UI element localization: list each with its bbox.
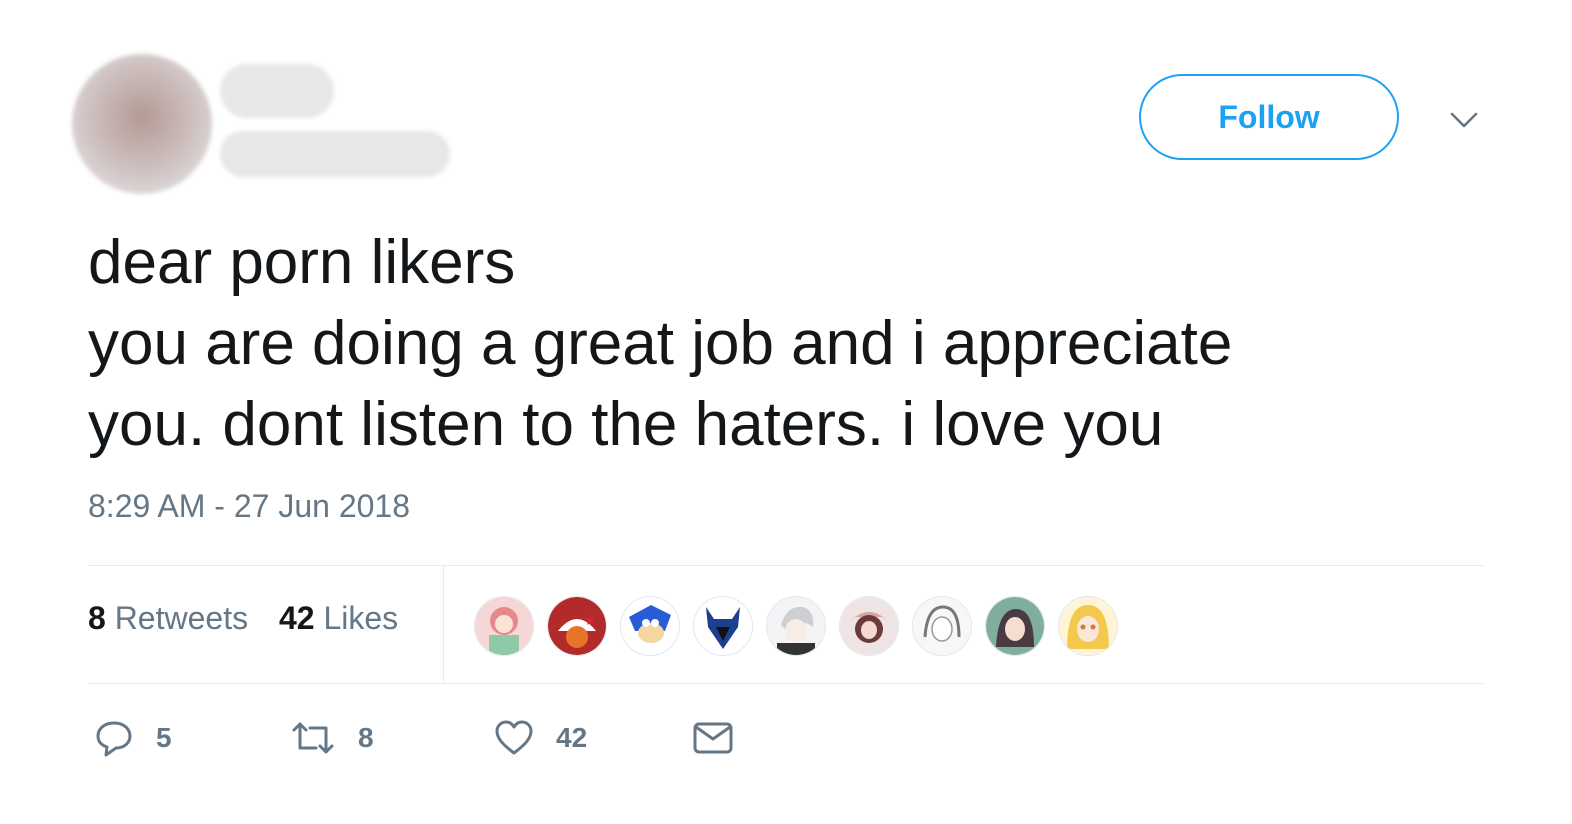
retweets-count: 8: [88, 600, 106, 636]
author-name-redacted[interactable]: [220, 64, 334, 118]
likes-stat[interactable]: 42 Likes: [279, 600, 398, 636]
liker-avatar[interactable]: [839, 596, 899, 656]
engagement-stats: 8 Retweets 42 Likes: [88, 600, 420, 637]
direct-message-button[interactable]: [692, 718, 734, 758]
stats-divider: [443, 566, 444, 682]
retweets-stat[interactable]: 8 Retweets: [88, 600, 248, 636]
divider: [88, 683, 1484, 684]
author-avatar[interactable]: [72, 54, 212, 194]
retweet-icon: [292, 722, 334, 754]
liker-avatar[interactable]: [474, 596, 534, 656]
tweet-line: dear porn likers: [88, 228, 516, 297]
divider: [88, 565, 1484, 566]
liker-avatar[interactable]: [766, 596, 826, 656]
svg-text:★: ★: [584, 613, 597, 629]
liker-avatar[interactable]: [620, 596, 680, 656]
like-button[interactable]: 42: [494, 718, 587, 758]
tweet-line: you. dont listen to the haters. i love y…: [88, 390, 1164, 459]
retweets-label: Retweets: [114, 600, 249, 636]
liker-avatar[interactable]: [985, 596, 1045, 656]
reply-count: 5: [156, 722, 172, 753]
tweet-line: you are doing a great job and i apprecia…: [88, 309, 1233, 378]
liker-avatars: ★: [474, 596, 1131, 656]
liker-avatar[interactable]: [1058, 596, 1118, 656]
author-handle-redacted[interactable]: [220, 131, 450, 177]
tweet-text: dear porn likers you are doing a great j…: [88, 222, 1488, 465]
reply-icon: [96, 721, 132, 757]
chevron-down-icon[interactable]: [1446, 104, 1482, 136]
like-count: 42: [556, 722, 588, 753]
retweet-button[interactable]: 8: [290, 718, 374, 758]
liker-avatar[interactable]: [912, 596, 972, 656]
retweet-count: 8: [358, 722, 374, 753]
follow-button[interactable]: Follow: [1139, 74, 1399, 160]
likes-label: Likes: [323, 600, 399, 636]
liker-avatar[interactable]: ★: [547, 596, 607, 656]
envelope-icon: [693, 722, 733, 754]
tweet-timestamp[interactable]: 8:29 AM - 27 Jun 2018: [88, 488, 410, 525]
heart-icon: [495, 720, 533, 755]
liker-avatar[interactable]: [693, 596, 753, 656]
likes-count: 42: [278, 600, 315, 636]
reply-button[interactable]: 5: [94, 718, 172, 758]
